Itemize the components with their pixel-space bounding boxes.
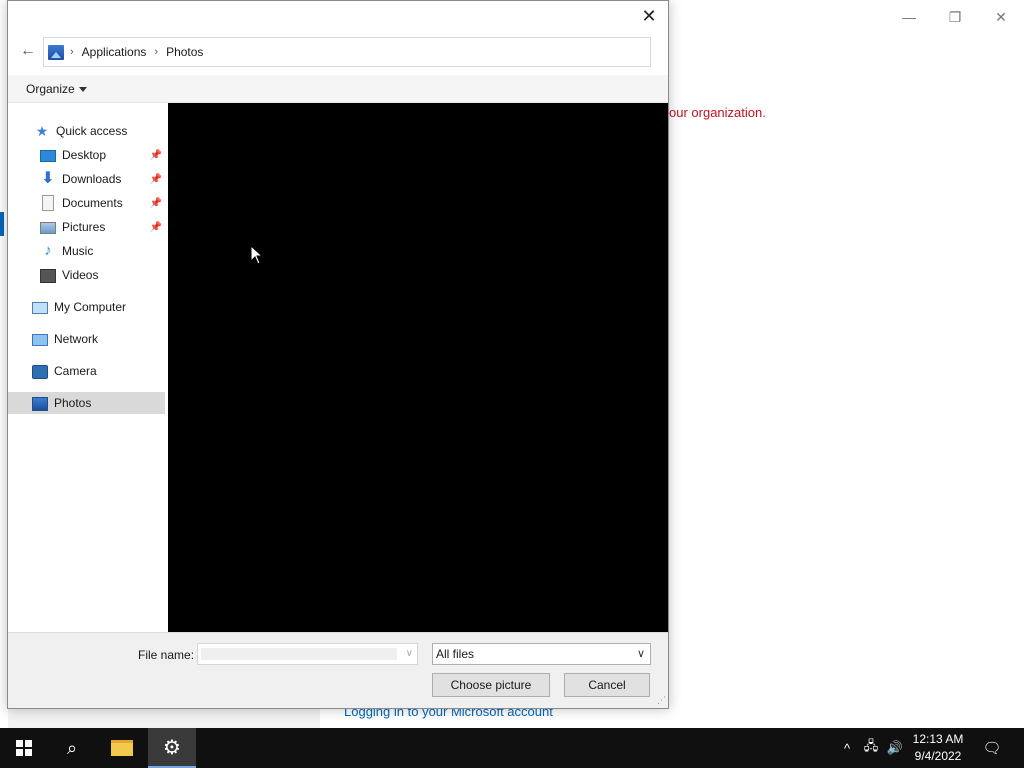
- photos-icon: [32, 396, 48, 411]
- windows-logo-icon: [16, 740, 32, 756]
- file-open-dialog: ✕ ← › Applications › Photos Organize ★ Q…: [7, 0, 669, 709]
- organize-label: Organize: [26, 82, 75, 96]
- cancel-button[interactable]: Cancel: [564, 673, 650, 697]
- nav-label: Videos: [62, 268, 99, 282]
- close-window-button[interactable]: ✕: [991, 8, 1011, 26]
- clock-date: 9/4/2022: [914, 749, 962, 763]
- file-name-input[interactable]: ∨: [197, 643, 418, 665]
- clock-time: 12:13 AM: [912, 732, 964, 746]
- camera-icon: [32, 364, 48, 379]
- clock[interactable]: 12:13 AM 9/4/2022: [906, 731, 970, 765]
- choose-picture-button[interactable]: Choose picture: [432, 673, 550, 697]
- volume-icon: 🔊: [886, 740, 904, 755]
- address-bar[interactable]: › Applications › Photos: [43, 37, 651, 67]
- dialog-footer: File name: ∨ All files ∨ Choose picture …: [8, 632, 668, 708]
- nav-my-computer[interactable]: My Computer: [32, 296, 126, 318]
- command-bar: Organize: [8, 75, 668, 103]
- action-center-button[interactable]: 🗨: [980, 728, 1004, 768]
- file-type-select[interactable]: All files ∨: [432, 643, 651, 665]
- pin-icon[interactable]: 📌: [150, 198, 162, 209]
- file-explorer-taskbar-button[interactable]: [98, 728, 146, 768]
- background-panel: [8, 708, 320, 728]
- breadcrumb-applications[interactable]: Applications: [82, 45, 147, 59]
- nav-label: Documents: [62, 196, 123, 210]
- address-toolbar: ← › Applications › Photos: [8, 31, 668, 75]
- notification-icon: 🗨: [982, 740, 1002, 757]
- organization-warning-text: our organization.: [669, 105, 766, 120]
- taskbar: ⌕ ⚙ ^ 🖧 🔊 12:13 AM 9/4/2022 🗨: [0, 728, 1024, 768]
- mouse-cursor-icon: [250, 245, 264, 265]
- file-type-value: All files: [436, 647, 475, 661]
- settings-taskbar-button[interactable]: ⚙: [148, 728, 196, 768]
- nav-desktop[interactable]: Desktop 📌: [40, 144, 162, 166]
- nav-label: Camera: [54, 364, 97, 378]
- organize-menu-button[interactable]: Organize: [26, 82, 87, 96]
- pin-icon[interactable]: 📌: [150, 150, 162, 161]
- search-icon: ⌕: [66, 737, 78, 758]
- nav-selection-accent: [0, 212, 4, 236]
- file-list-pane[interactable]: [168, 103, 668, 632]
- minimize-button[interactable]: —: [899, 8, 919, 26]
- nav-camera[interactable]: Camera: [32, 360, 97, 382]
- nav-label: Downloads: [62, 172, 122, 186]
- resize-grip-icon[interactable]: ⋰: [657, 695, 666, 706]
- music-icon: ♪: [44, 242, 52, 259]
- nav-network[interactable]: Network: [32, 328, 98, 350]
- network-icon: [32, 334, 48, 346]
- breadcrumb-separator[interactable]: ›: [154, 46, 158, 58]
- nav-photos[interactable]: Photos: [8, 392, 165, 414]
- desktop-icon: [40, 150, 56, 162]
- dialog-close-button[interactable]: ✕: [636, 5, 662, 27]
- nav-label: Pictures: [62, 220, 106, 234]
- volume-tray-button[interactable]: 🔊: [884, 728, 906, 768]
- file-name-label: File name:: [138, 648, 195, 662]
- downloads-icon: ⬇: [41, 170, 55, 187]
- pictures-icon: [40, 222, 56, 234]
- chevron-down-icon: [78, 87, 87, 93]
- documents-icon: [42, 195, 54, 211]
- start-button[interactable]: [0, 728, 48, 768]
- chevron-down-icon[interactable]: ∨: [406, 648, 413, 659]
- network-tray-button[interactable]: 🖧: [860, 728, 882, 768]
- nav-documents[interactable]: Documents 📌: [40, 192, 162, 214]
- videos-icon: [40, 268, 56, 283]
- nav-videos[interactable]: Videos: [40, 264, 98, 286]
- breadcrumb-photos[interactable]: Photos: [166, 45, 203, 59]
- navigation-pane: ★ Quick access Desktop 📌 ⬇ Downloads 📌 D…: [8, 103, 168, 632]
- breadcrumb-separator[interactable]: ›: [70, 46, 74, 58]
- photos-location-icon: [48, 44, 64, 60]
- computer-icon: [32, 302, 48, 314]
- gear-icon: ⚙: [163, 736, 181, 759]
- show-hidden-icons-button[interactable]: ^: [838, 728, 856, 768]
- pin-icon[interactable]: 📌: [150, 222, 162, 233]
- search-button[interactable]: ⌕: [48, 728, 96, 768]
- network-icon: 🖧: [863, 738, 879, 753]
- nav-label: Desktop: [62, 148, 107, 162]
- chevron-down-icon: ∨: [636, 648, 645, 660]
- back-arrow-icon[interactable]: ←: [18, 41, 38, 61]
- nav-pictures[interactable]: Pictures 📌: [40, 216, 162, 238]
- restore-button[interactable]: ❐: [945, 8, 965, 26]
- pin-icon[interactable]: 📌: [150, 174, 162, 185]
- nav-label: My Computer: [54, 300, 127, 314]
- chevron-up-icon: ^: [843, 740, 851, 756]
- nav-label: Network: [54, 332, 99, 346]
- nav-label: Photos: [54, 396, 92, 410]
- nav-quick-access[interactable]: ★ Quick access: [34, 120, 128, 142]
- nav-downloads[interactable]: ⬇ Downloads 📌: [40, 168, 162, 190]
- nav-music[interactable]: ♪ Music: [40, 240, 93, 262]
- file-name-value[interactable]: [201, 648, 397, 660]
- nav-label: Quick access: [56, 124, 128, 138]
- star-icon: ★: [35, 123, 49, 139]
- folder-icon: [111, 740, 133, 756]
- nav-label: Music: [62, 244, 94, 258]
